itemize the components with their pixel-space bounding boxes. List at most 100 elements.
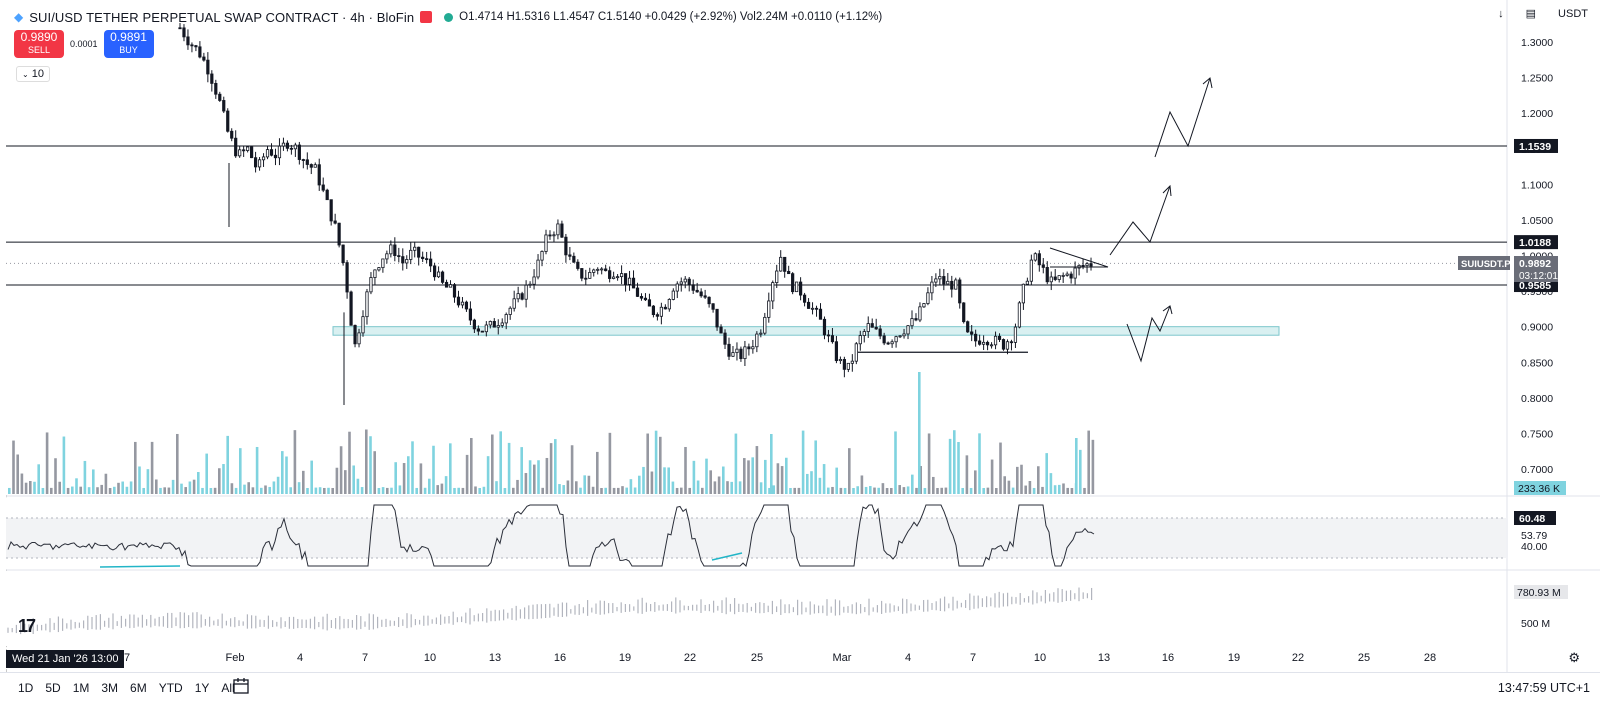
candle-body [818, 308, 823, 320]
download-arrow-icon[interactable]: ↓ [1498, 8, 1504, 20]
range-1m[interactable]: 1M [73, 681, 90, 695]
sell-button[interactable]: 0.9890 SELL [14, 30, 64, 58]
volume-bar [948, 438, 952, 494]
candle-body [564, 236, 568, 256]
volume-bar [306, 488, 309, 494]
candle-body [902, 333, 906, 337]
buy-button[interactable]: 0.9891 BUY [103, 30, 154, 58]
candle-body [584, 277, 588, 280]
candle-body [337, 222, 341, 246]
utc-clock[interactable]: 13:47:59 UTC+1 [1498, 681, 1590, 695]
volume-bar [990, 459, 994, 494]
volume-bar [629, 479, 633, 494]
candle-body [810, 307, 815, 310]
layout-icon[interactable]: ▤ [1526, 7, 1536, 20]
volume-bar [37, 464, 40, 494]
volume-bar [890, 487, 893, 494]
volume-bar [29, 480, 32, 494]
candle-body [989, 344, 994, 347]
volume-bar [407, 456, 410, 494]
candle-body [341, 244, 345, 264]
flag-icon[interactable] [420, 11, 433, 23]
volume-bar [646, 433, 649, 494]
volume-bar [789, 487, 792, 494]
volume-bar [1053, 485, 1057, 494]
volume-bar [423, 487, 427, 494]
settings-icon[interactable]: ⚙ [1568, 650, 1580, 666]
candle-body [882, 335, 886, 344]
volume-bar [1016, 466, 1019, 494]
volume-bar [675, 487, 679, 494]
candle-body [309, 164, 313, 168]
candle-body [906, 325, 910, 335]
candle-body [548, 234, 552, 237]
volume-bar [877, 487, 880, 494]
candle-body [393, 244, 397, 257]
range-1y[interactable]: 1Y [195, 681, 210, 695]
candle-body [627, 277, 632, 285]
candle-body [1065, 273, 1069, 276]
range-6m[interactable]: 6M [130, 681, 147, 695]
volume-bar [1091, 439, 1095, 494]
volume-bar [453, 487, 456, 494]
candle-body [552, 234, 556, 237]
volume-bar [16, 454, 19, 494]
volume-bar [108, 487, 112, 494]
candle-body [238, 149, 242, 157]
candle-body [413, 246, 417, 251]
candle-body [484, 324, 488, 333]
obv-level-label: 500 M [1521, 618, 1550, 630]
candle-body [942, 276, 946, 285]
candle-body [385, 253, 389, 260]
y-tick-label: 0.7000 [1521, 464, 1553, 476]
y-tick-label: 1.2000 [1521, 108, 1553, 120]
volume-bar [369, 436, 372, 494]
symbol-title[interactable]: SUI/USD TETHER PERPETUAL SWAP CONTRACT ·… [29, 10, 414, 25]
volume-bar [537, 460, 540, 494]
volume-bar [1058, 484, 1061, 494]
calendar-icon[interactable] [232, 677, 250, 695]
range-5d[interactable]: 5D [45, 681, 60, 695]
candle-body [285, 142, 290, 149]
candle-body [910, 318, 914, 327]
rsi-value: 60.48 [1519, 513, 1545, 525]
volume-bar [932, 476, 935, 494]
volume-bar [100, 484, 103, 494]
range-1d[interactable]: 1D [18, 681, 33, 695]
volume-bar [1079, 449, 1082, 494]
candle-body [1085, 263, 1089, 267]
candle-body [970, 331, 974, 335]
range-ytd[interactable]: YTD [159, 681, 183, 695]
candle-body [993, 335, 998, 346]
volume-bar [146, 469, 150, 494]
candle-body [671, 290, 675, 300]
candle-body [1013, 326, 1018, 343]
candle-body [958, 279, 962, 304]
quantity-field[interactable]: ⌄ 10 [16, 66, 51, 82]
range-3m[interactable]: 3M [101, 681, 118, 695]
candle-body [950, 280, 954, 290]
volume-bar [722, 466, 725, 494]
volume-bar [1075, 438, 1078, 494]
volume-bar [390, 487, 393, 494]
candle-body [982, 341, 986, 345]
candle-body [361, 316, 365, 334]
x-tick-label: 25 [1358, 652, 1370, 664]
candle-body [954, 279, 958, 290]
volume-bar [524, 473, 528, 494]
candle-body [1053, 276, 1057, 280]
candle-body [651, 305, 656, 316]
volume-bar [478, 487, 481, 494]
volume-bar [860, 475, 864, 494]
x-tick-label: 16 [1162, 652, 1174, 664]
currency-label[interactable]: USDT [1558, 8, 1588, 20]
volume-bar [411, 441, 414, 494]
volume-bar [71, 486, 74, 494]
y-tick-label: 0.7500 [1521, 428, 1553, 440]
candle-body [755, 333, 759, 348]
volume-bar [113, 486, 116, 494]
volume-bar [617, 487, 620, 494]
price-chart[interactable]: 1.30001.25001.20001.15001.10001.05001.00… [0, 0, 1600, 672]
volume-bar [310, 460, 313, 494]
volume-bar [20, 473, 24, 494]
